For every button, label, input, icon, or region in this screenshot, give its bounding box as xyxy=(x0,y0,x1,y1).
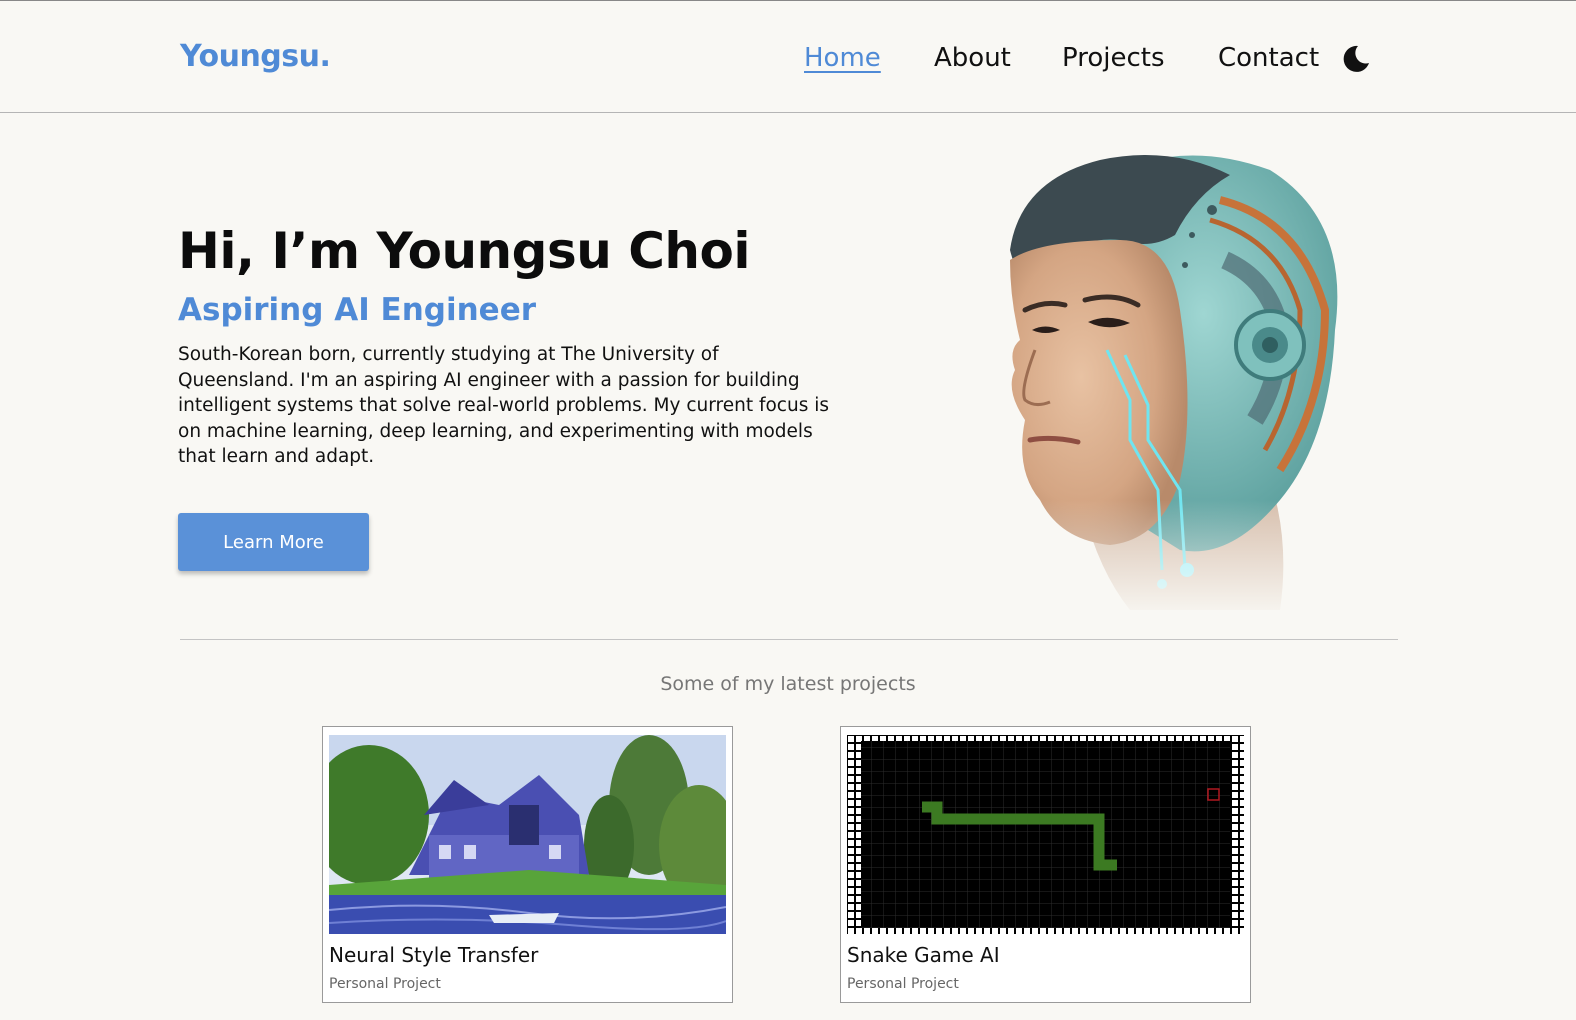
project-card-snake-game-ai[interactable]: Snake Game AI Personal Project xyxy=(840,726,1251,1003)
hero-description: South-Korean born, currently studying at… xyxy=(178,344,829,467)
navbar: Youngsu. Home About Projects Contact xyxy=(0,0,1576,113)
profile-portrait-image xyxy=(980,140,1360,620)
project-category: Personal Project xyxy=(847,976,959,992)
theme-toggle-button[interactable] xyxy=(1340,43,1372,75)
project-title: Snake Game AI xyxy=(847,943,1000,967)
nav-contact-link[interactable]: Contact xyxy=(1218,43,1319,73)
nav-projects-link[interactable]: Projects xyxy=(1062,43,1165,73)
learn-more-button[interactable]: Learn More xyxy=(178,513,369,571)
hero-title: Hi, I’m Youngsu Choi xyxy=(178,222,750,280)
site-logo[interactable]: Youngsu. xyxy=(180,39,331,74)
nav-about-link[interactable]: About xyxy=(934,43,1011,73)
neural-style-transfer-thumbnail xyxy=(329,735,726,934)
project-card-neural-style-transfer[interactable]: Neural Style Transfer Personal Project xyxy=(322,726,733,1003)
project-title: Neural Style Transfer xyxy=(329,943,539,967)
project-category: Personal Project xyxy=(329,976,441,992)
section-divider xyxy=(180,639,1398,640)
snake-game-ai-thumbnail xyxy=(847,735,1244,934)
hero-subtitle: Aspiring AI Engineer xyxy=(178,292,537,328)
nav-home-link[interactable]: Home xyxy=(804,43,881,73)
projects-caption: Some of my latest projects xyxy=(660,673,916,695)
moon-icon xyxy=(1343,45,1369,72)
